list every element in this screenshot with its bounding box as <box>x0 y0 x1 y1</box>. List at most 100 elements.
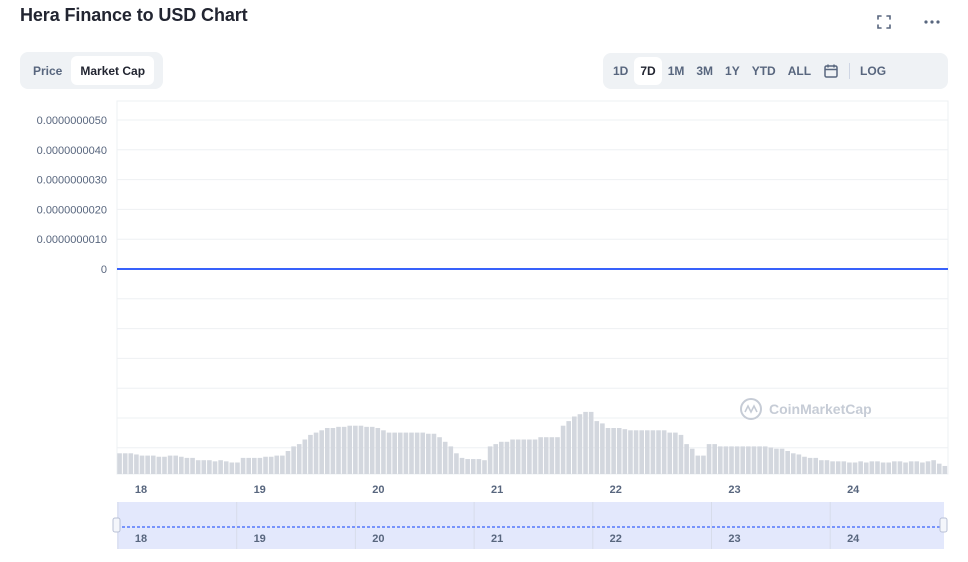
volume-bar <box>403 432 409 474</box>
volume-bar <box>459 457 465 474</box>
volume-bar <box>515 439 521 474</box>
volume-bar <box>482 460 487 474</box>
volume-bar <box>802 456 807 474</box>
volume-bar <box>369 426 375 474</box>
volume-bar <box>336 426 341 474</box>
volume-bar <box>167 455 173 474</box>
volume-bar <box>442 441 448 474</box>
volume-bar <box>437 437 442 474</box>
volume-bar <box>392 432 397 474</box>
volume-bar <box>397 432 403 474</box>
navigator-tick-label: 24 <box>847 533 860 545</box>
volume-bar <box>774 448 779 474</box>
volume-bar <box>875 461 880 474</box>
navigator-tick-label: 20 <box>372 533 384 545</box>
volume-bar <box>577 414 583 474</box>
volume-bar <box>487 446 493 474</box>
navigator-left-handle[interactable] <box>112 517 121 533</box>
volume-bar <box>936 463 942 474</box>
range-navigator[interactable]: 18 19 20 21 22 23 24 <box>112 502 948 549</box>
volume-bar <box>762 446 768 474</box>
volume-bar <box>212 461 218 474</box>
volume-bar <box>268 456 274 474</box>
volume-bar <box>179 456 184 474</box>
volume-bar <box>454 453 459 474</box>
volume-bar <box>330 428 336 474</box>
volume-bar <box>920 462 925 474</box>
volume-bar <box>841 461 847 474</box>
volume-bar <box>903 462 908 474</box>
volume-bar <box>190 457 195 474</box>
volume-bar <box>819 460 824 474</box>
volume-bar <box>639 430 644 474</box>
volume-bar <box>717 446 723 474</box>
volume-bar <box>173 455 179 474</box>
volume-bar <box>572 416 577 474</box>
x-tick-label: 21 <box>491 484 503 496</box>
volume-bars <box>117 411 948 474</box>
volume-bar <box>779 448 785 474</box>
volume-bar <box>628 430 633 474</box>
volume-bar <box>588 411 594 474</box>
volume-bar <box>285 451 291 474</box>
volume-bar <box>117 453 122 474</box>
y-tick-label: 0.0000000010 <box>37 234 107 246</box>
volume-bar <box>291 446 296 474</box>
volume-bar <box>757 446 762 474</box>
volume-bar <box>364 426 369 474</box>
coinmarketcap-logo-icon <box>740 398 762 420</box>
y-tick-label: 0.0000000030 <box>37 175 107 187</box>
volume-bar <box>375 428 381 474</box>
volume-bar <box>925 461 931 474</box>
x-tick-label: 19 <box>254 484 266 496</box>
volume-bar <box>695 455 701 474</box>
volume-bar <box>813 457 819 474</box>
volume-bar <box>684 444 689 474</box>
volume-bar <box>852 462 858 474</box>
volume-bar <box>319 430 324 474</box>
volume-bar <box>426 433 431 474</box>
volume-bar <box>493 444 499 474</box>
volume-bar <box>701 455 706 474</box>
volume-bar <box>150 455 156 474</box>
y-tick-label: 0.0000000020 <box>37 204 107 216</box>
volume-bar <box>583 411 588 474</box>
volume-bar <box>892 461 897 474</box>
volume-bar <box>280 455 285 474</box>
coinmarketcap-logo-mark <box>744 404 758 414</box>
volume-bar <box>734 446 740 474</box>
volume-bar <box>162 456 167 474</box>
volume-bar <box>897 461 903 474</box>
volume-bar <box>931 460 936 474</box>
navigator-right-handle[interactable] <box>939 517 948 533</box>
y-tick-label: 0.0000000050 <box>37 115 107 127</box>
volume-bar <box>308 434 313 474</box>
volume-bar <box>785 451 790 474</box>
y-tick-label: 0 <box>101 264 107 276</box>
volume-bar <box>341 426 347 474</box>
volume-bar <box>240 457 246 474</box>
volume-bar <box>751 446 757 474</box>
volume-bar <box>633 430 639 474</box>
volume-bar <box>729 446 734 474</box>
volume-bar <box>600 423 605 474</box>
volume-bar <box>263 456 268 474</box>
volume-bar <box>869 461 875 474</box>
volume-bar <box>886 462 892 474</box>
market-cap-chart: 0.0000000050 0.0000000040 0.0000000030 0.00… <box>37 100 949 549</box>
navigator-tick-label: 19 <box>254 533 266 545</box>
volume-bar <box>499 441 504 474</box>
volume-bar <box>504 441 510 474</box>
volume-bar <box>532 439 538 474</box>
navigator-window[interactable] <box>117 502 944 549</box>
chart-grid <box>116 100 949 475</box>
x-tick-label: 20 <box>372 484 384 496</box>
x-tick-label: 18 <box>135 484 147 496</box>
volume-bar <box>252 457 257 474</box>
volume-bar <box>656 430 661 474</box>
volume-bar <box>257 457 263 474</box>
volume-bar <box>201 460 207 474</box>
volume-bar <box>145 455 150 474</box>
volume-bar <box>510 439 515 474</box>
volume-bar <box>431 433 437 474</box>
